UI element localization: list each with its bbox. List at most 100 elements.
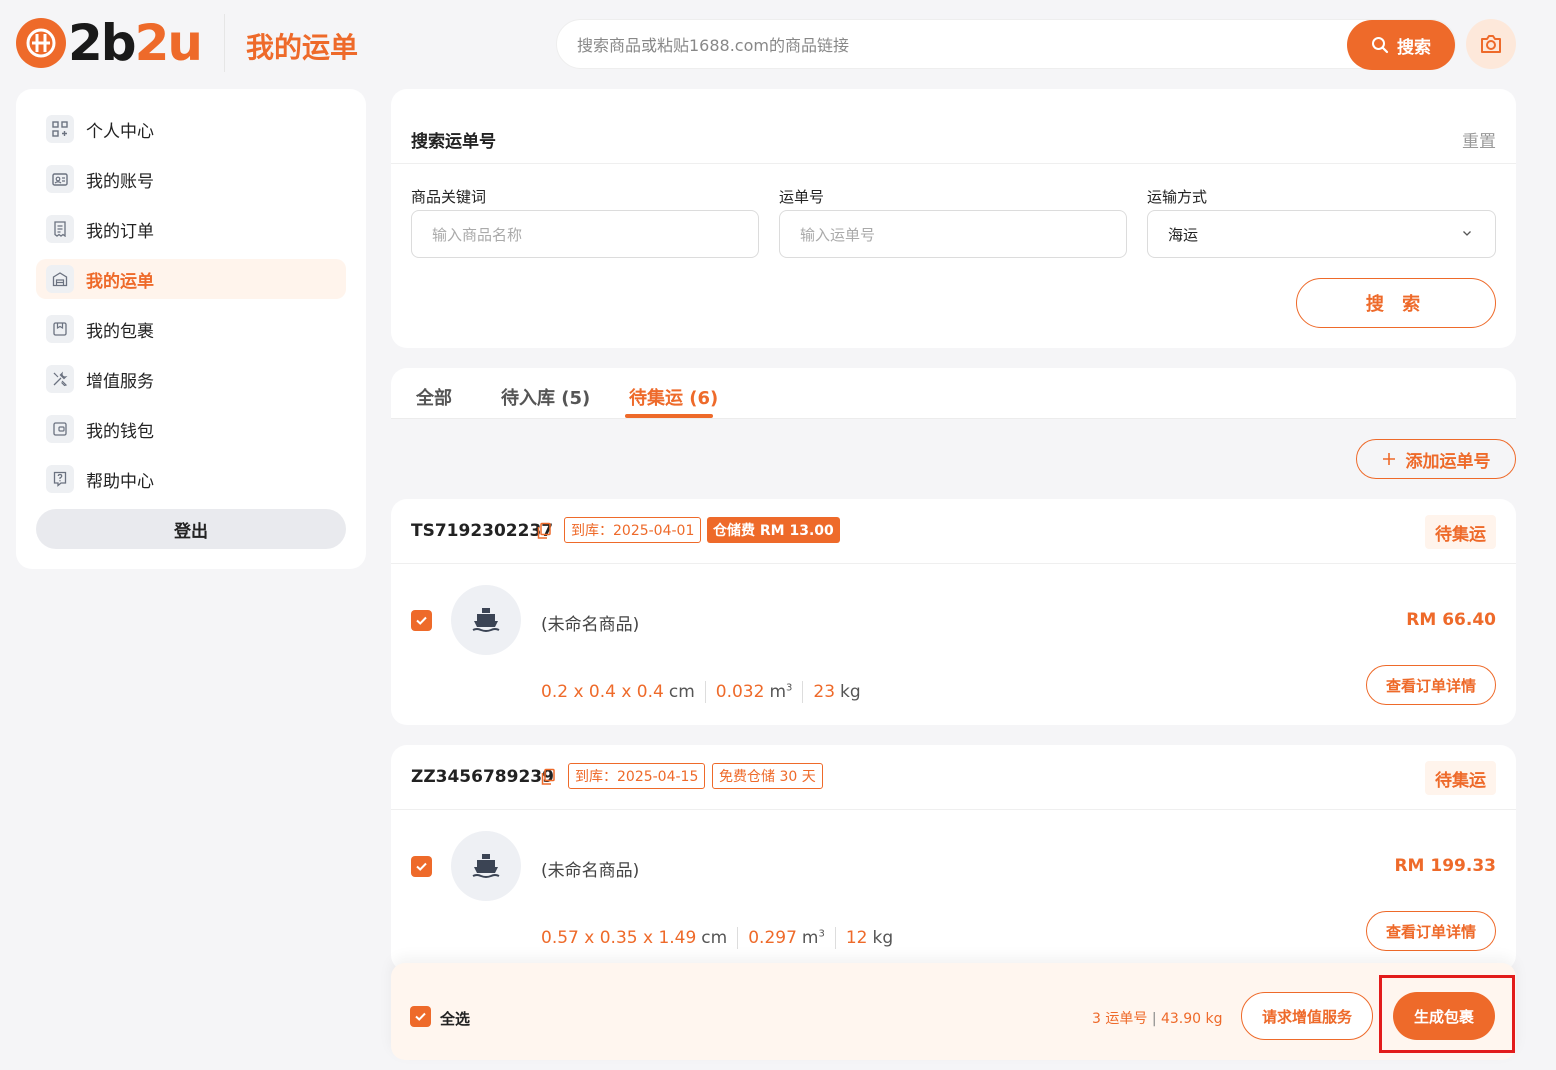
sidebar-item-help-center[interactable]: 帮助中心 (36, 459, 346, 499)
tab-pending-warehouse[interactable]: 待入库 (5) (501, 384, 590, 410)
request-value-added-service-button[interactable]: 请求增值服务 (1241, 992, 1373, 1040)
filter-search-button[interactable]: 搜 索 (1296, 278, 1496, 328)
item-specs: 0.2 x 0.4 x 0.4 cm 0.032 m3 23 kg (541, 681, 861, 703)
waybill-number-field-box (779, 210, 1127, 258)
free-storage-tag: 免费仓储 30 天 (712, 763, 823, 789)
tools-icon (46, 365, 74, 393)
volume-unit: m3 (769, 682, 793, 702)
sidebar-item-personal-center[interactable]: 个人中心 (36, 109, 346, 149)
item-name: (未命名商品) (541, 615, 640, 635)
item-dimensions: 0.2 x 0.4 x 0.4 (541, 682, 664, 702)
reset-button[interactable]: 重置 (1462, 127, 1496, 152)
tab-all[interactable]: 全部 (416, 384, 452, 410)
active-tab-indicator (625, 414, 713, 418)
generate-package-button[interactable]: 生成包裹 (1393, 992, 1495, 1040)
package-icon (46, 315, 74, 343)
top-search-bar: 搜索 (556, 19, 1456, 70)
logo[interactable]: 2b2u (16, 14, 203, 72)
image-search-button[interactable] (1466, 19, 1516, 69)
sidebar-item-my-wallet[interactable]: 我的钱包 (36, 409, 346, 449)
camera-icon (1481, 35, 1501, 53)
add-waybill-button[interactable]: 添加运单号 (1356, 439, 1516, 479)
receipt-icon (46, 215, 74, 243)
select-all-checkbox[interactable] (410, 1006, 431, 1027)
logout-button[interactable]: 登出 (36, 509, 346, 549)
view-order-details-button[interactable]: 查看订单详情 (1366, 665, 1496, 705)
logo-wordmark: 2b2u (68, 14, 203, 72)
selection-summary: 3 运单号 | 43.90 kg (1092, 1011, 1223, 1027)
wallet-icon (46, 415, 74, 443)
item-specs: 0.57 x 0.35 x 1.49 cm 0.297 m3 12 kg (541, 927, 893, 949)
item-weight: 12 (845, 928, 868, 948)
bottom-action-bar: 全选 3 运单号 | 43.90 kg 请求增值服务 生成包裹 (391, 963, 1516, 1060)
shipping-method-value: 海运 (1168, 226, 1199, 244)
item-price: RM 199.33 (1394, 856, 1496, 876)
view-order-details-button[interactable]: 查看订单详情 (1366, 911, 1496, 951)
copy-icon[interactable] (536, 522, 552, 540)
chevron-down-icon (1463, 231, 1471, 236)
header-divider (224, 14, 225, 72)
check-icon (415, 1012, 426, 1021)
status-badge: 待集运 (1425, 515, 1496, 549)
waybill-number-label: 运单号 (779, 188, 825, 206)
warehouse-icon (46, 265, 74, 293)
arrival-date-tag: 到库：2025-04-15 (568, 763, 706, 789)
check-icon (416, 616, 427, 625)
sidebar-item-label: 个人中心 (86, 121, 154, 142)
top-search-button[interactable]: 搜索 (1347, 20, 1455, 70)
shipping-method-label: 运输方式 (1147, 188, 1208, 206)
item-price: RM 66.40 (1406, 610, 1496, 630)
waybill-checkbox[interactable] (411, 610, 432, 631)
storage-fee-tag: 仓储费 RM 13.00 (707, 517, 840, 543)
sidebar-item-my-account[interactable]: 我的账号 (36, 159, 346, 199)
waybill-card-header: TS7192302237 到库：2025-04-01 仓储费 RM 13.00 … (391, 499, 1516, 564)
waybill-card-header: ZZ3456789239 到库：2025-04-15 免费仓储 30 天 待集运 (391, 745, 1516, 810)
page-title: 我的运单 (246, 31, 359, 64)
panel-divider (391, 163, 1516, 164)
waybill-number-input[interactable] (800, 223, 1100, 247)
sidebar-item-label: 帮助中心 (86, 471, 154, 492)
item-weight: 23 (813, 682, 836, 702)
summary-weight: 43.90 kg (1160, 1011, 1223, 1027)
item-name: (未命名商品) (541, 861, 640, 881)
weight-unit: kg (840, 682, 861, 702)
sidebar-item-label: 我的包裹 (86, 321, 154, 342)
sidebar-item-value-added-services[interactable]: 增值服务 (36, 359, 346, 399)
sidebar-item-my-orders[interactable]: 我的订单 (36, 209, 346, 249)
help-icon (46, 465, 74, 493)
ship-icon (451, 585, 521, 655)
top-search-button-label: 搜索 (1397, 37, 1431, 58)
copy-icon[interactable] (540, 768, 556, 786)
status-tabs: 全部 待入库 (5) 待集运 (6) (391, 368, 1516, 419)
top-search-input[interactable] (577, 32, 1337, 58)
dimension-unit: cm (668, 682, 695, 702)
sidebar-item-label: 增值服务 (86, 371, 154, 392)
tab-pending-consolidation[interactable]: 待集运 (6) (629, 384, 718, 410)
waybill-card: TS7192302237 到库：2025-04-01 仓储费 RM 13.00 … (391, 499, 1516, 725)
waybill-number: TS7192302237 (411, 521, 554, 541)
item-volume: 0.032 (715, 682, 765, 702)
shipping-method-select[interactable]: 海运 (1147, 210, 1496, 258)
waybill-checkbox[interactable] (411, 856, 432, 877)
sidebar-item-label: 我的钱包 (86, 421, 154, 442)
sidebar: 个人中心 我的账号 我的订单 我的运单 我的包裹 增值服务 我的钱包 帮助中心 … (16, 89, 366, 569)
sidebar-item-label: 我的账号 (86, 171, 154, 192)
grid-icon (46, 115, 74, 143)
arrival-date-tag: 到库：2025-04-01 (564, 517, 702, 543)
keyword-input[interactable] (432, 223, 732, 247)
plus-icon (1382, 453, 1395, 465)
keyword-field-box (411, 210, 759, 258)
sidebar-item-my-waybills[interactable]: 我的运单 (36, 259, 346, 299)
sidebar-item-my-packages[interactable]: 我的包裹 (36, 309, 346, 349)
dimension-unit: cm (701, 928, 728, 948)
waybill-card: ZZ3456789239 到库：2025-04-15 免费仓储 30 天 待集运… (391, 745, 1516, 971)
waybill-number: ZZ3456789239 (411, 767, 554, 787)
item-volume: 0.297 (748, 928, 797, 948)
ship-icon (451, 831, 521, 901)
logo-mark-icon (16, 18, 66, 68)
check-icon (416, 862, 427, 871)
sidebar-item-label: 我的运单 (86, 271, 154, 292)
summary-count: 3 运单号 (1092, 1011, 1148, 1027)
panel-title: 搜索运单号 (411, 132, 496, 152)
keyword-label: 商品关键词 (411, 188, 487, 206)
